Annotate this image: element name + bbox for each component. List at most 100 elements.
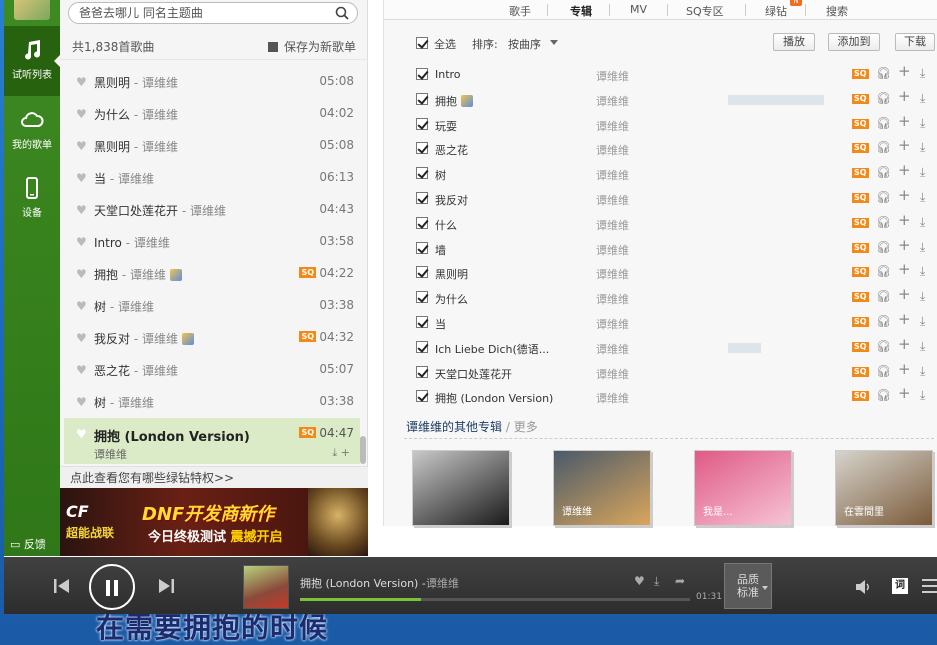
track-name[interactable]: Intro <box>435 68 461 81</box>
track-name[interactable]: 为什么 <box>435 291 468 307</box>
tab-album[interactable]: 专辑 <box>570 3 592 19</box>
song-row[interactable]: ♥ 我反对 - 谭维维 SQ 04:32 <box>60 321 360 353</box>
heart-icon[interactable]: ♥ <box>76 172 87 184</box>
song-row[interactable]: ♥ 当 - 谭维维 06:13 <box>60 161 360 193</box>
feedback-button[interactable]: ▭ 反馈 <box>10 536 46 552</box>
track-name[interactable]: 天堂口处莲花开 <box>435 366 512 382</box>
lyrics-button[interactable]: 词 <box>892 578 908 594</box>
heart-icon[interactable]: ♥ <box>76 204 87 216</box>
album-cover-3[interactable]: 我是... <box>694 450 792 526</box>
add-icon[interactable]: + <box>898 287 911 302</box>
now-playing-artist[interactable]: 谭维维 <box>426 575 459 591</box>
track-checkbox[interactable] <box>416 266 428 278</box>
song-row[interactable]: ♥ 恶之花 - 谭维维 05:07 <box>60 353 360 385</box>
menu-icon[interactable] <box>922 579 937 593</box>
track-artist[interactable]: 谭维维 <box>596 118 629 134</box>
track-checkbox[interactable] <box>416 242 428 254</box>
heart-icon[interactable]: ♥ <box>76 396 87 408</box>
track-row[interactable]: 恶之花 谭维维 SQ 🎧︎ + ⤓ <box>384 136 937 160</box>
track-row[interactable]: 拥抱 (London Version) 谭维维 SQ 🎧︎ + ⤓ <box>384 384 937 408</box>
user-avatar[interactable] <box>14 0 50 20</box>
heart-icon[interactable]: ♥ <box>76 236 87 248</box>
track-row[interactable]: 为什么 谭维维 SQ 🎧︎ + ⤓ <box>384 285 937 309</box>
download-icon[interactable]: ⤓ <box>920 389 925 401</box>
track-checkbox[interactable] <box>416 167 428 179</box>
download-icon[interactable]: ⤓ <box>920 216 925 228</box>
add-icon[interactable]: + <box>898 386 911 401</box>
track-row[interactable]: Ich Liebe Dich(德语... 谭维维 SQ 🎧︎ + ⤓ <box>384 335 937 359</box>
track-row[interactable]: 当 谭维维 SQ 🎧︎ + ⤓ <box>384 310 937 334</box>
track-artist[interactable]: 谭维维 <box>596 68 629 84</box>
volume-icon[interactable] <box>854 579 872 595</box>
song-row[interactable]: ♥ 黑则明 - 谭维维 05:08 <box>60 129 360 161</box>
track-checkbox[interactable] <box>416 68 428 80</box>
heart-icon[interactable]: ♥ <box>76 140 87 152</box>
track-checkbox[interactable] <box>416 316 428 328</box>
download-icon[interactable]: ⤓ <box>920 290 925 302</box>
album-cover-4[interactable]: 在雲間里 <box>835 450 933 526</box>
track-artist[interactable]: 谭维维 <box>596 142 629 158</box>
download-icon[interactable]: ⤓ <box>920 265 925 277</box>
track-artist[interactable]: 谭维维 <box>596 341 629 357</box>
track-checkbox[interactable] <box>416 390 428 402</box>
play-button[interactable]: 播放 <box>773 33 815 51</box>
add-icon[interactable]: + <box>898 163 911 178</box>
track-artist[interactable]: 谭维维 <box>596 291 629 307</box>
rail-item-listen-list[interactable]: 试听列表 <box>4 26 61 96</box>
track-artist[interactable]: 谭维维 <box>596 316 629 332</box>
track-checkbox[interactable] <box>416 291 428 303</box>
album-cover-2[interactable]: 谭维维 <box>553 450 651 526</box>
song-row[interactable]: ♥ 黑则明 - 谭维维 05:08 <box>60 65 360 97</box>
song-row[interactable]: ♥ Intro - 谭维维 03:58 <box>60 225 360 257</box>
track-name[interactable]: 树 <box>435 167 446 183</box>
song-row[interactable]: ♥ 为什么 - 谭维维 04:02 <box>60 97 360 129</box>
headphones-icon[interactable]: 🎧︎ <box>876 141 891 153</box>
add-icon[interactable]: + <box>898 362 911 377</box>
previous-track-icon[interactable] <box>52 577 72 595</box>
track-checkbox[interactable] <box>416 366 428 378</box>
track-row[interactable]: 树 谭维维 SQ 🎧︎ + ⤓ <box>384 161 937 185</box>
track-name[interactable]: 恶之花 <box>435 142 468 158</box>
add-icon[interactable]: + <box>898 262 911 277</box>
add-icon[interactable]: + <box>898 238 911 253</box>
heart-icon[interactable]: ♥ <box>634 574 645 588</box>
download-icon[interactable]: ⤓ <box>920 141 925 153</box>
album-cover-1[interactable] <box>412 450 510 526</box>
search-input[interactable]: 爸爸去哪儿 同名主题曲 <box>68 2 358 24</box>
add-to-button[interactable]: 添加到 <box>828 33 880 51</box>
track-name[interactable]: 黑则明 <box>435 266 468 282</box>
headphones-icon[interactable]: 🎧︎ <box>876 117 891 129</box>
add-icon[interactable]: + <box>898 312 911 327</box>
track-name[interactable]: Ich Liebe Dich(德语... <box>435 341 549 357</box>
download-icon[interactable]: ⤓ <box>920 92 925 104</box>
track-name[interactable]: 拥抱 (London Version) <box>435 390 553 406</box>
track-artist[interactable]: 谭维维 <box>596 217 629 233</box>
heart-icon[interactable]: ♥ <box>76 268 87 280</box>
download-icon[interactable]: ⤓ <box>920 365 925 377</box>
tab-singer[interactable]: 歌手 <box>509 3 531 19</box>
tab-sq-zone[interactable]: SQ专区 <box>686 3 724 19</box>
headphones-icon[interactable]: 🎧︎ <box>876 216 891 228</box>
add-icon[interactable]: + <box>898 213 911 228</box>
playlist-scrollbar[interactable] <box>360 436 366 464</box>
search-icon[interactable] <box>335 6 349 20</box>
headphones-icon[interactable]: 🎧︎ <box>876 389 891 401</box>
track-name[interactable]: 拥抱 <box>435 93 473 109</box>
track-checkbox[interactable] <box>416 93 428 105</box>
track-row[interactable]: 玩耍 谭维维 SQ 🎧︎ + ⤓ <box>384 112 937 136</box>
headphones-icon[interactable]: 🎧︎ <box>876 92 891 104</box>
add-icon[interactable]: + <box>898 337 911 352</box>
add-icon[interactable]: + <box>898 114 911 129</box>
headphones-icon[interactable]: 🎧︎ <box>876 340 891 352</box>
tab-search[interactable]: 搜索 <box>826 3 848 19</box>
download-button[interactable]: 下载 <box>895 33 935 51</box>
more-albums-link[interactable]: 更多 <box>514 420 538 434</box>
sort-dropdown[interactable]: 按曲序 <box>508 36 541 52</box>
download-icon[interactable]: ⤓ <box>920 315 925 327</box>
headphones-icon[interactable]: 🎧︎ <box>876 241 891 253</box>
track-artist[interactable]: 谭维维 <box>596 366 629 382</box>
heart-icon[interactable]: ♥ <box>76 332 87 344</box>
pause-button[interactable] <box>89 564 135 610</box>
rail-item-devices[interactable]: 设备 <box>4 164 60 234</box>
download-icon[interactable]: ⤓ <box>920 340 925 352</box>
